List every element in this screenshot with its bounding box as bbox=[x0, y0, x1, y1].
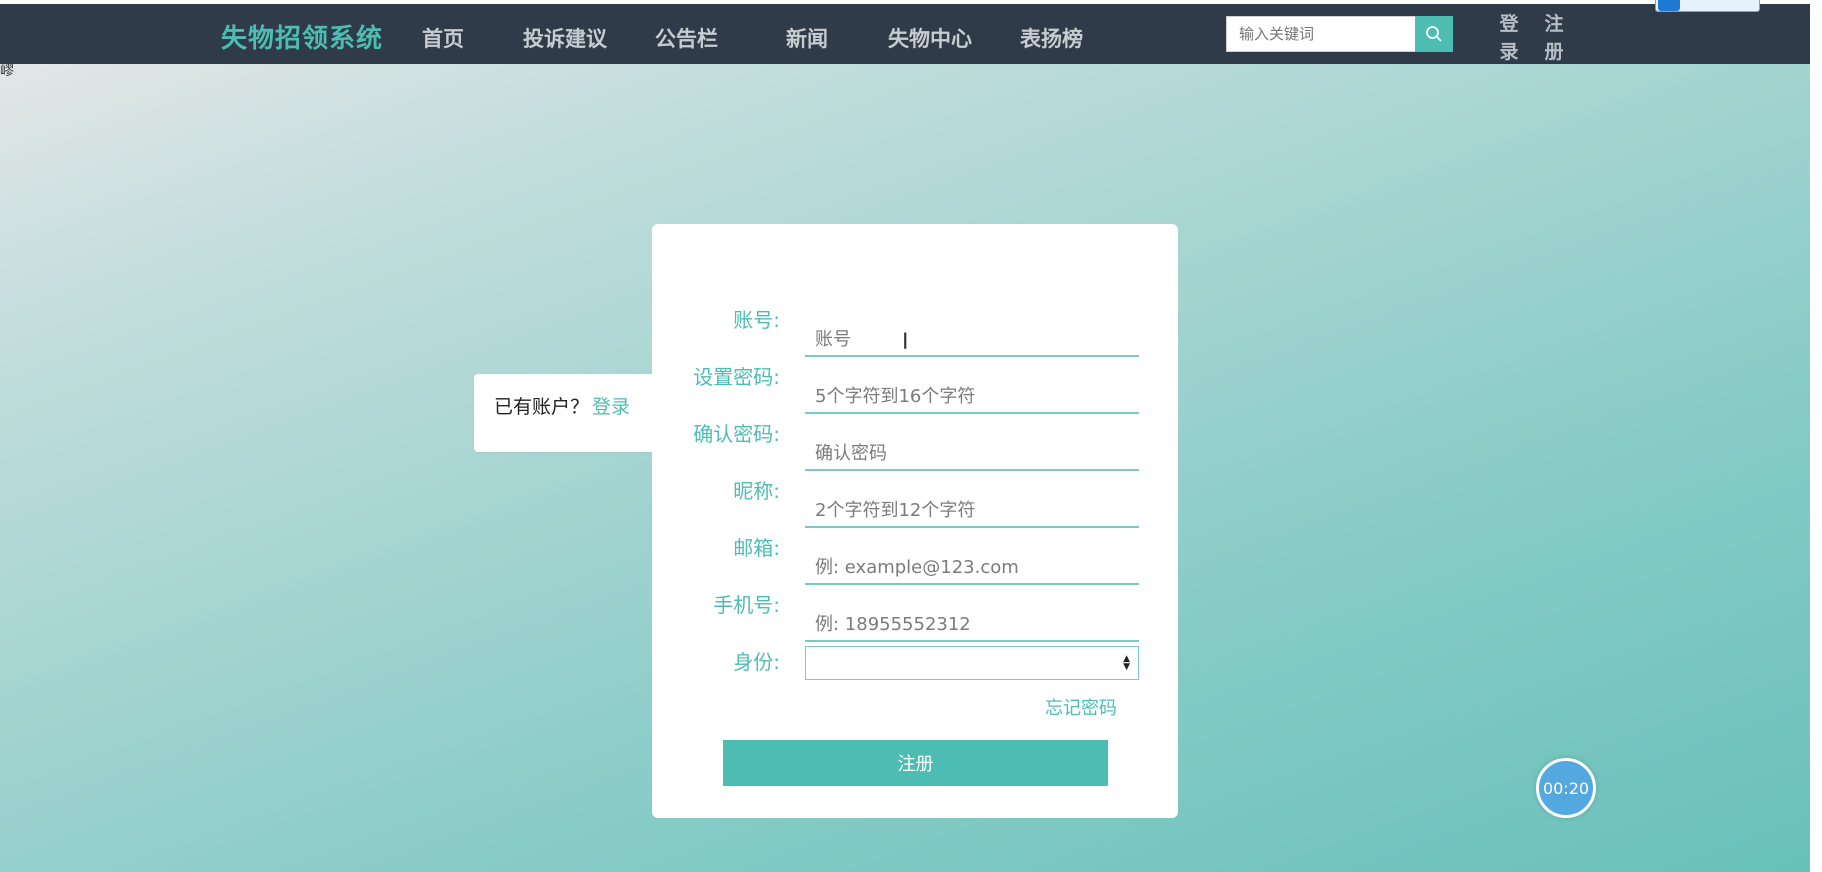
password-field[interactable] bbox=[805, 380, 1139, 414]
password-label: 设置密码: bbox=[693, 365, 780, 389]
confirm-password-label: 确认密码: bbox=[693, 422, 780, 446]
nav-login-bottom: 录 bbox=[1499, 41, 1519, 63]
nav-complaints[interactable]: 投诉建议 bbox=[523, 23, 607, 53]
text-cursor-icon: Ι bbox=[902, 330, 909, 355]
search-button[interactable] bbox=[1415, 16, 1453, 52]
right-edge bbox=[1810, 0, 1822, 872]
nav-register-bottom: 册 bbox=[1544, 41, 1564, 63]
account-label: 账号: bbox=[733, 308, 780, 332]
nav-register[interactable]: 注 册 bbox=[1541, 10, 1567, 66]
nickname-label: 昵称: bbox=[733, 479, 780, 503]
identity-select[interactable]: ▲ ▼ bbox=[805, 646, 1139, 680]
confirm-password-field[interactable] bbox=[805, 437, 1139, 471]
search-icon bbox=[1426, 26, 1442, 42]
corner-widget-icon bbox=[1658, 0, 1680, 11]
corner-widget[interactable] bbox=[1655, 0, 1760, 12]
top-navbar: 失物招领系统 首页 投诉建议 公告栏 新闻 失物中心 表扬榜 登 录 注 册 bbox=[0, 4, 1810, 64]
register-button[interactable]: 注册 bbox=[723, 740, 1108, 786]
site-brand[interactable]: 失物招领系统 bbox=[221, 18, 383, 55]
forgot-password-link[interactable]: 忘记密码 bbox=[1045, 694, 1117, 720]
have-account-text: 已有账户？ bbox=[494, 396, 590, 418]
identity-label: 身份: bbox=[733, 650, 780, 674]
search-input[interactable] bbox=[1226, 16, 1416, 52]
nav-login-top: 登 bbox=[1499, 13, 1519, 35]
login-link[interactable]: 登录 bbox=[592, 392, 630, 419]
nav-register-top: 注 bbox=[1544, 13, 1564, 35]
nav-login[interactable]: 登 录 bbox=[1496, 10, 1522, 66]
select-arrows-icon: ▲ ▼ bbox=[1123, 654, 1130, 672]
register-card: 账号: 设置密码: 确认密码: 昵称: 邮箱: 手机号: 身份: ▲▼ 忘记密码… bbox=[652, 224, 1178, 818]
timer-badge[interactable]: 00:20 bbox=[1536, 758, 1596, 818]
email-field[interactable] bbox=[805, 551, 1139, 585]
nav-news[interactable]: 新闻 bbox=[786, 23, 828, 53]
nickname-field[interactable] bbox=[805, 494, 1139, 528]
stray-character: 嵺 bbox=[0, 63, 14, 79]
email-label: 邮箱: bbox=[733, 536, 780, 560]
nav-praise-board[interactable]: 表扬榜 bbox=[1020, 23, 1083, 53]
nav-bulletin[interactable]: 公告栏 bbox=[655, 23, 718, 53]
nav-home[interactable]: 首页 bbox=[422, 23, 464, 53]
phone-field[interactable] bbox=[805, 608, 1139, 642]
login-switch-tab: 已有账户？ 登录 bbox=[474, 374, 664, 452]
phone-label: 手机号: bbox=[713, 593, 780, 617]
account-field[interactable] bbox=[805, 323, 1139, 357]
nav-lost-center[interactable]: 失物中心 bbox=[888, 23, 972, 53]
